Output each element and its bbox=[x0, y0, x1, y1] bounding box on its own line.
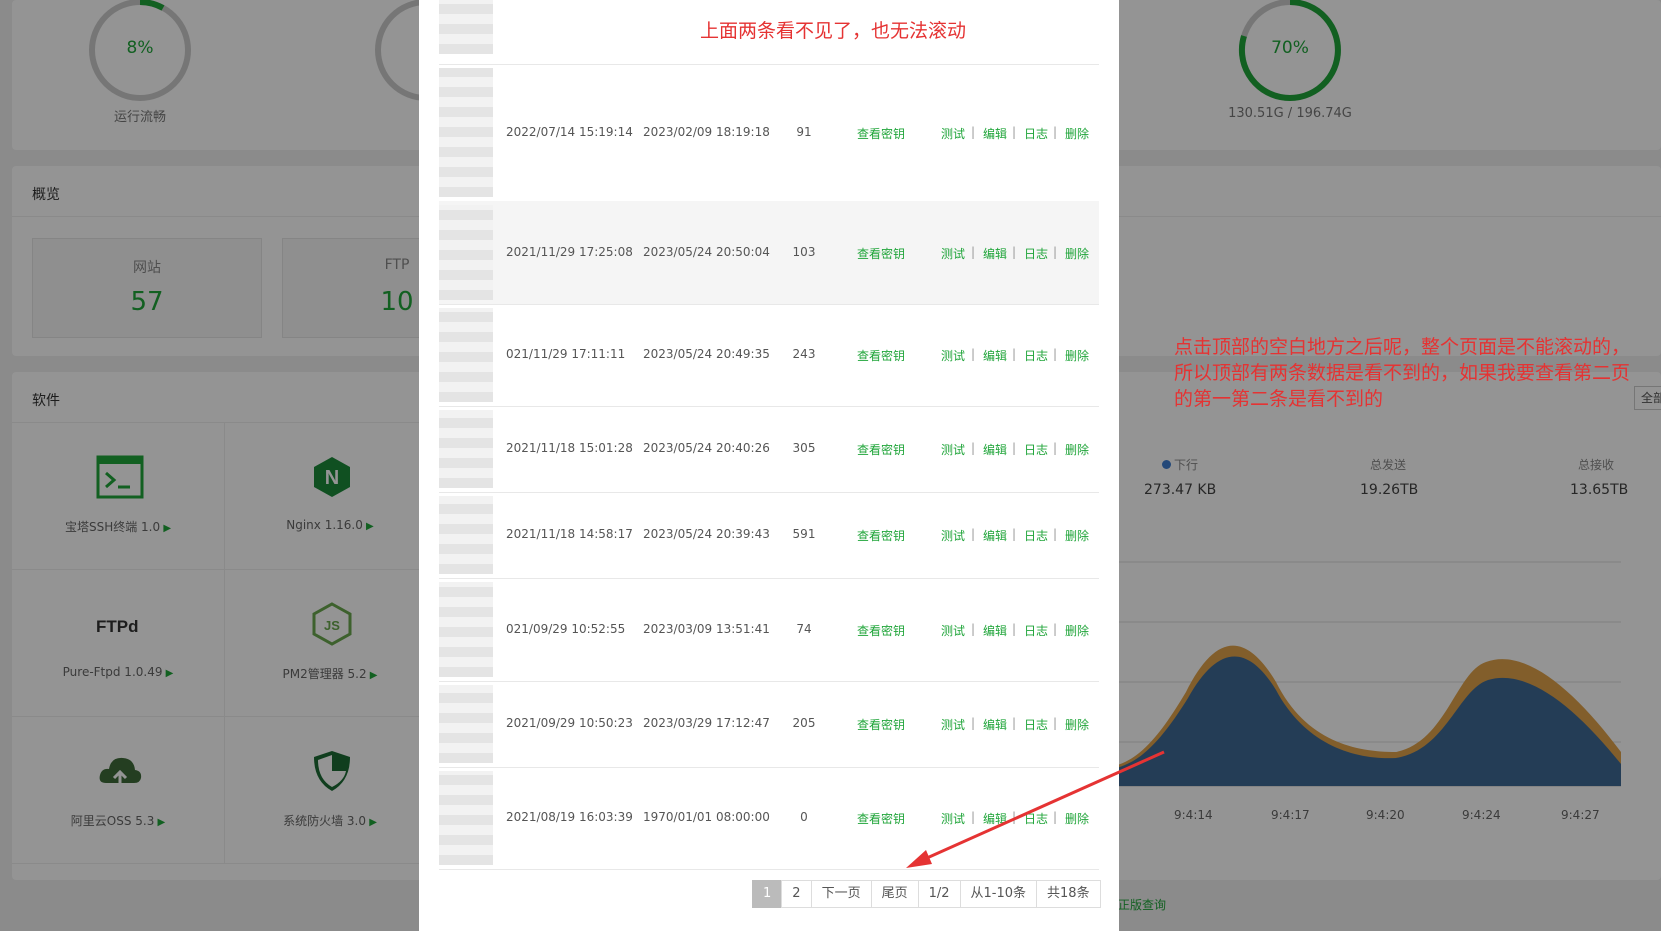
annotation-arrow bbox=[906, 750, 1165, 868]
